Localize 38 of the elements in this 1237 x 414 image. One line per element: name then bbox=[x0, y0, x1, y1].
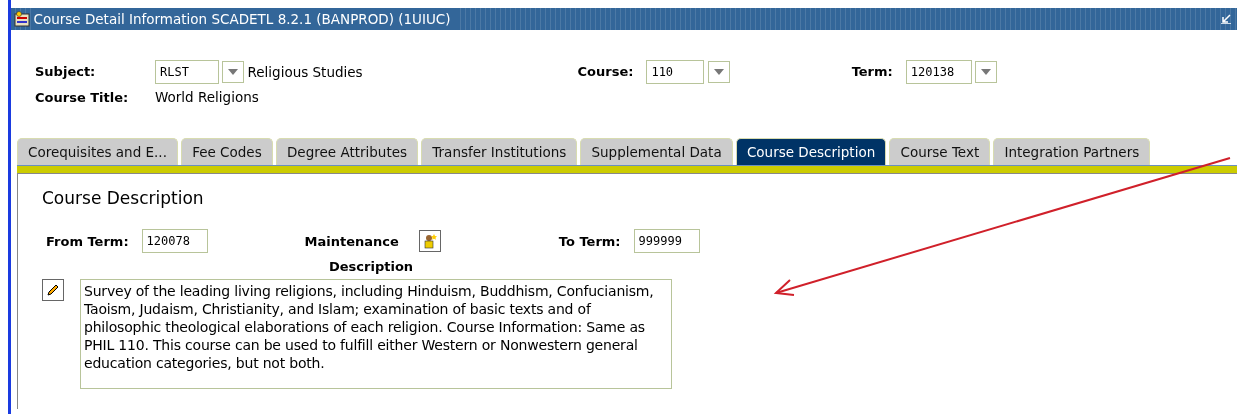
from-term-label: From Term: bbox=[46, 232, 129, 251]
subject-field[interactable]: RLST bbox=[155, 60, 219, 84]
person-icon bbox=[422, 233, 437, 250]
maintenance-button[interactable] bbox=[418, 230, 441, 253]
course-title-value: World Religions bbox=[155, 88, 259, 108]
window-title: Course Detail Information SCADETL 8.2.1 (BANPROD) (1UIUC) bbox=[33, 8, 457, 30]
tab[interactable]: Degree Attributes bbox=[275, 137, 419, 165]
term-field[interactable]: 120138 bbox=[905, 60, 972, 84]
maintenance-label: Maintenance bbox=[304, 232, 399, 251]
app-icon bbox=[14, 11, 31, 27]
tab[interactable]: Supplemental Data bbox=[580, 137, 733, 165]
minimize-icon[interactable] bbox=[1220, 14, 1231, 24]
edit-button[interactable] bbox=[42, 278, 64, 301]
tab[interactable]: Integration Partners bbox=[993, 137, 1151, 165]
term-label: Term: bbox=[851, 63, 893, 82]
dropdown-arrow-icon bbox=[228, 69, 239, 75]
subject-label: Subject: bbox=[35, 63, 97, 82]
to-term-label: To Term: bbox=[558, 232, 621, 251]
description-field[interactable]: Survey of the leading living religions, including Hinduism, Buddhism, Confucianism, Taoism, Judaism, Christianity, and Islam; examination of basic texts and of philosophic theological elaborations of each religion. Course Information: Same as PHIL 110. This course can be used to fulfill either Western or Nonwestern general education categories, but not both. bbox=[80, 278, 672, 389]
tab[interactable]: Course Description bbox=[735, 137, 887, 165]
dropdown-arrow-icon bbox=[981, 69, 992, 75]
tab[interactable]: Fee Codes bbox=[181, 137, 273, 165]
description-label: Description bbox=[329, 258, 415, 277]
from-term-field[interactable]: 120078 bbox=[141, 229, 208, 254]
section-heading: Course Description bbox=[42, 186, 205, 210]
tab[interactable]: Transfer Institutions bbox=[421, 137, 578, 165]
dropdown-button[interactable] bbox=[707, 61, 730, 83]
tab[interactable]: Corequisites and E... bbox=[17, 137, 178, 165]
dropdown-button[interactable] bbox=[975, 61, 998, 83]
to-term-field[interactable]: 999999 bbox=[633, 229, 700, 254]
tab[interactable]: Course Text bbox=[889, 137, 991, 165]
course-field[interactable]: 110 bbox=[646, 60, 705, 84]
dropdown-button[interactable] bbox=[222, 61, 245, 83]
course-title-label: Course Title: bbox=[35, 88, 130, 107]
dropdown-arrow-icon bbox=[713, 69, 724, 75]
pencil-icon bbox=[46, 282, 60, 297]
subject-name: Religious Studies bbox=[247, 62, 364, 82]
course-label: Course: bbox=[577, 63, 634, 82]
